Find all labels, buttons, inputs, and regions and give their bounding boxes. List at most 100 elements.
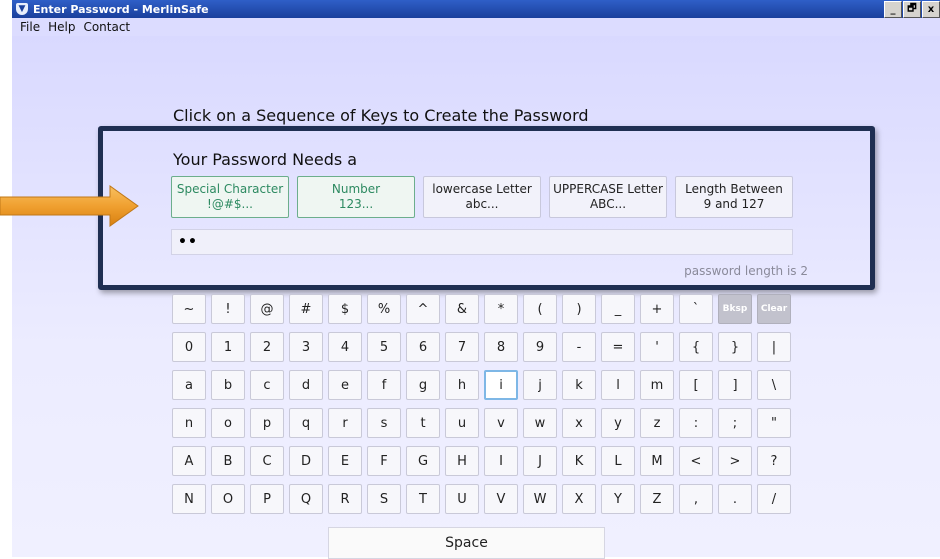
key-r2c13[interactable]: [ <box>679 370 713 400</box>
key-r3c14[interactable]: ; <box>718 408 752 438</box>
key-r4c4[interactable]: E <box>328 446 362 476</box>
key-r2c10[interactable]: k <box>562 370 596 400</box>
key-r3c10[interactable]: x <box>562 408 596 438</box>
key-r5c13[interactable]: , <box>679 484 713 514</box>
key-r2c3[interactable]: d <box>289 370 323 400</box>
key-r2c2[interactable]: c <box>250 370 284 400</box>
key-r1c6[interactable]: 6 <box>406 332 440 362</box>
key-r3c7[interactable]: u <box>445 408 479 438</box>
menu-contact[interactable]: Contact <box>83 20 130 34</box>
key-r2c9[interactable]: j <box>523 370 557 400</box>
key-r2c14[interactable]: ] <box>718 370 752 400</box>
key-r1c8[interactable]: 8 <box>484 332 518 362</box>
key-r3c8[interactable]: v <box>484 408 518 438</box>
key-r5c2[interactable]: P <box>250 484 284 514</box>
key-r5c8[interactable]: V <box>484 484 518 514</box>
key-r4c8[interactable]: I <box>484 446 518 476</box>
key-r0c0[interactable]: ~ <box>172 294 206 324</box>
key-r5c5[interactable]: S <box>367 484 401 514</box>
key-r5c1[interactable]: O <box>211 484 245 514</box>
key-r3c9[interactable]: w <box>523 408 557 438</box>
menu-file[interactable]: File <box>20 20 40 34</box>
key-r2c12[interactable]: m <box>640 370 674 400</box>
key-r0c8[interactable]: * <box>484 294 518 324</box>
key-r5c6[interactable]: T <box>406 484 440 514</box>
key-r4c9[interactable]: J <box>523 446 557 476</box>
key-r2c11[interactable]: l <box>601 370 635 400</box>
key-r2c6[interactable]: g <box>406 370 440 400</box>
maximize-button[interactable]: 🗗 <box>903 1 921 18</box>
key-r4c13[interactable]: < <box>679 446 713 476</box>
key-r0c7[interactable]: & <box>445 294 479 324</box>
key-r4c11[interactable]: L <box>601 446 635 476</box>
key-r1c12[interactable]: ' <box>640 332 674 362</box>
key-r1c11[interactable]: = <box>601 332 635 362</box>
key-r1c0[interactable]: 0 <box>172 332 206 362</box>
key-r5c14[interactable]: . <box>718 484 752 514</box>
minimize-button[interactable]: _ <box>884 1 902 18</box>
key-r0c5[interactable]: % <box>367 294 401 324</box>
key-r0c4[interactable]: $ <box>328 294 362 324</box>
key-r0c1[interactable]: ! <box>211 294 245 324</box>
key-r0c13[interactable]: ` <box>679 294 713 324</box>
key-r4c3[interactable]: D <box>289 446 323 476</box>
key-r4c0[interactable]: A <box>172 446 206 476</box>
key-r3c11[interactable]: y <box>601 408 635 438</box>
key-r3c4[interactable]: r <box>328 408 362 438</box>
key-r2c7[interactable]: h <box>445 370 479 400</box>
key-r5c4[interactable]: R <box>328 484 362 514</box>
key-r2c8[interactable]: i <box>484 370 518 400</box>
key-r3c0[interactable]: n <box>172 408 206 438</box>
key-r0c6[interactable]: ^ <box>406 294 440 324</box>
key-r4c7[interactable]: H <box>445 446 479 476</box>
key-r3c12[interactable]: z <box>640 408 674 438</box>
key-r1c14[interactable]: } <box>718 332 752 362</box>
key-r5c0[interactable]: N <box>172 484 206 514</box>
key-r4c14[interactable]: > <box>718 446 752 476</box>
key-r1c4[interactable]: 4 <box>328 332 362 362</box>
key-r2c4[interactable]: e <box>328 370 362 400</box>
key-r4c2[interactable]: C <box>250 446 284 476</box>
key-r4c15[interactable]: ? <box>757 446 791 476</box>
key-r4c10[interactable]: K <box>562 446 596 476</box>
key-r1c5[interactable]: 5 <box>367 332 401 362</box>
key-r5c15[interactable]: / <box>757 484 791 514</box>
key-r5c12[interactable]: Z <box>640 484 674 514</box>
key-r5c7[interactable]: U <box>445 484 479 514</box>
key-r5c9[interactable]: W <box>523 484 557 514</box>
key-r3c5[interactable]: s <box>367 408 401 438</box>
key-r1c13[interactable]: { <box>679 332 713 362</box>
key-clear[interactable]: Clear <box>757 294 791 324</box>
key-r1c1[interactable]: 1 <box>211 332 245 362</box>
key-r0c10[interactable]: ) <box>562 294 596 324</box>
key-r2c1[interactable]: b <box>211 370 245 400</box>
key-r3c6[interactable]: t <box>406 408 440 438</box>
key-backspace[interactable]: Bksp <box>718 294 752 324</box>
key-r0c11[interactable]: _ <box>601 294 635 324</box>
menu-help[interactable]: Help <box>48 20 75 34</box>
key-r0c2[interactable]: @ <box>250 294 284 324</box>
key-r0c12[interactable]: + <box>640 294 674 324</box>
key-r3c2[interactable]: p <box>250 408 284 438</box>
key-r4c6[interactable]: G <box>406 446 440 476</box>
key-r4c1[interactable]: B <box>211 446 245 476</box>
key-r0c9[interactable]: ( <box>523 294 557 324</box>
key-r2c15[interactable]: \ <box>757 370 791 400</box>
key-r4c5[interactable]: F <box>367 446 401 476</box>
key-r1c10[interactable]: - <box>562 332 596 362</box>
close-button[interactable]: x <box>922 1 940 18</box>
space-key[interactable]: Space <box>328 527 605 559</box>
key-r1c9[interactable]: 9 <box>523 332 557 362</box>
key-r0c3[interactable]: # <box>289 294 323 324</box>
key-r3c13[interactable]: : <box>679 408 713 438</box>
key-r5c3[interactable]: Q <box>289 484 323 514</box>
key-r1c7[interactable]: 7 <box>445 332 479 362</box>
key-r3c3[interactable]: q <box>289 408 323 438</box>
key-r2c0[interactable]: a <box>172 370 206 400</box>
key-r1c3[interactable]: 3 <box>289 332 323 362</box>
key-r3c15[interactable]: " <box>757 408 791 438</box>
key-r3c1[interactable]: o <box>211 408 245 438</box>
key-r4c12[interactable]: M <box>640 446 674 476</box>
key-r5c10[interactable]: X <box>562 484 596 514</box>
key-r2c5[interactable]: f <box>367 370 401 400</box>
